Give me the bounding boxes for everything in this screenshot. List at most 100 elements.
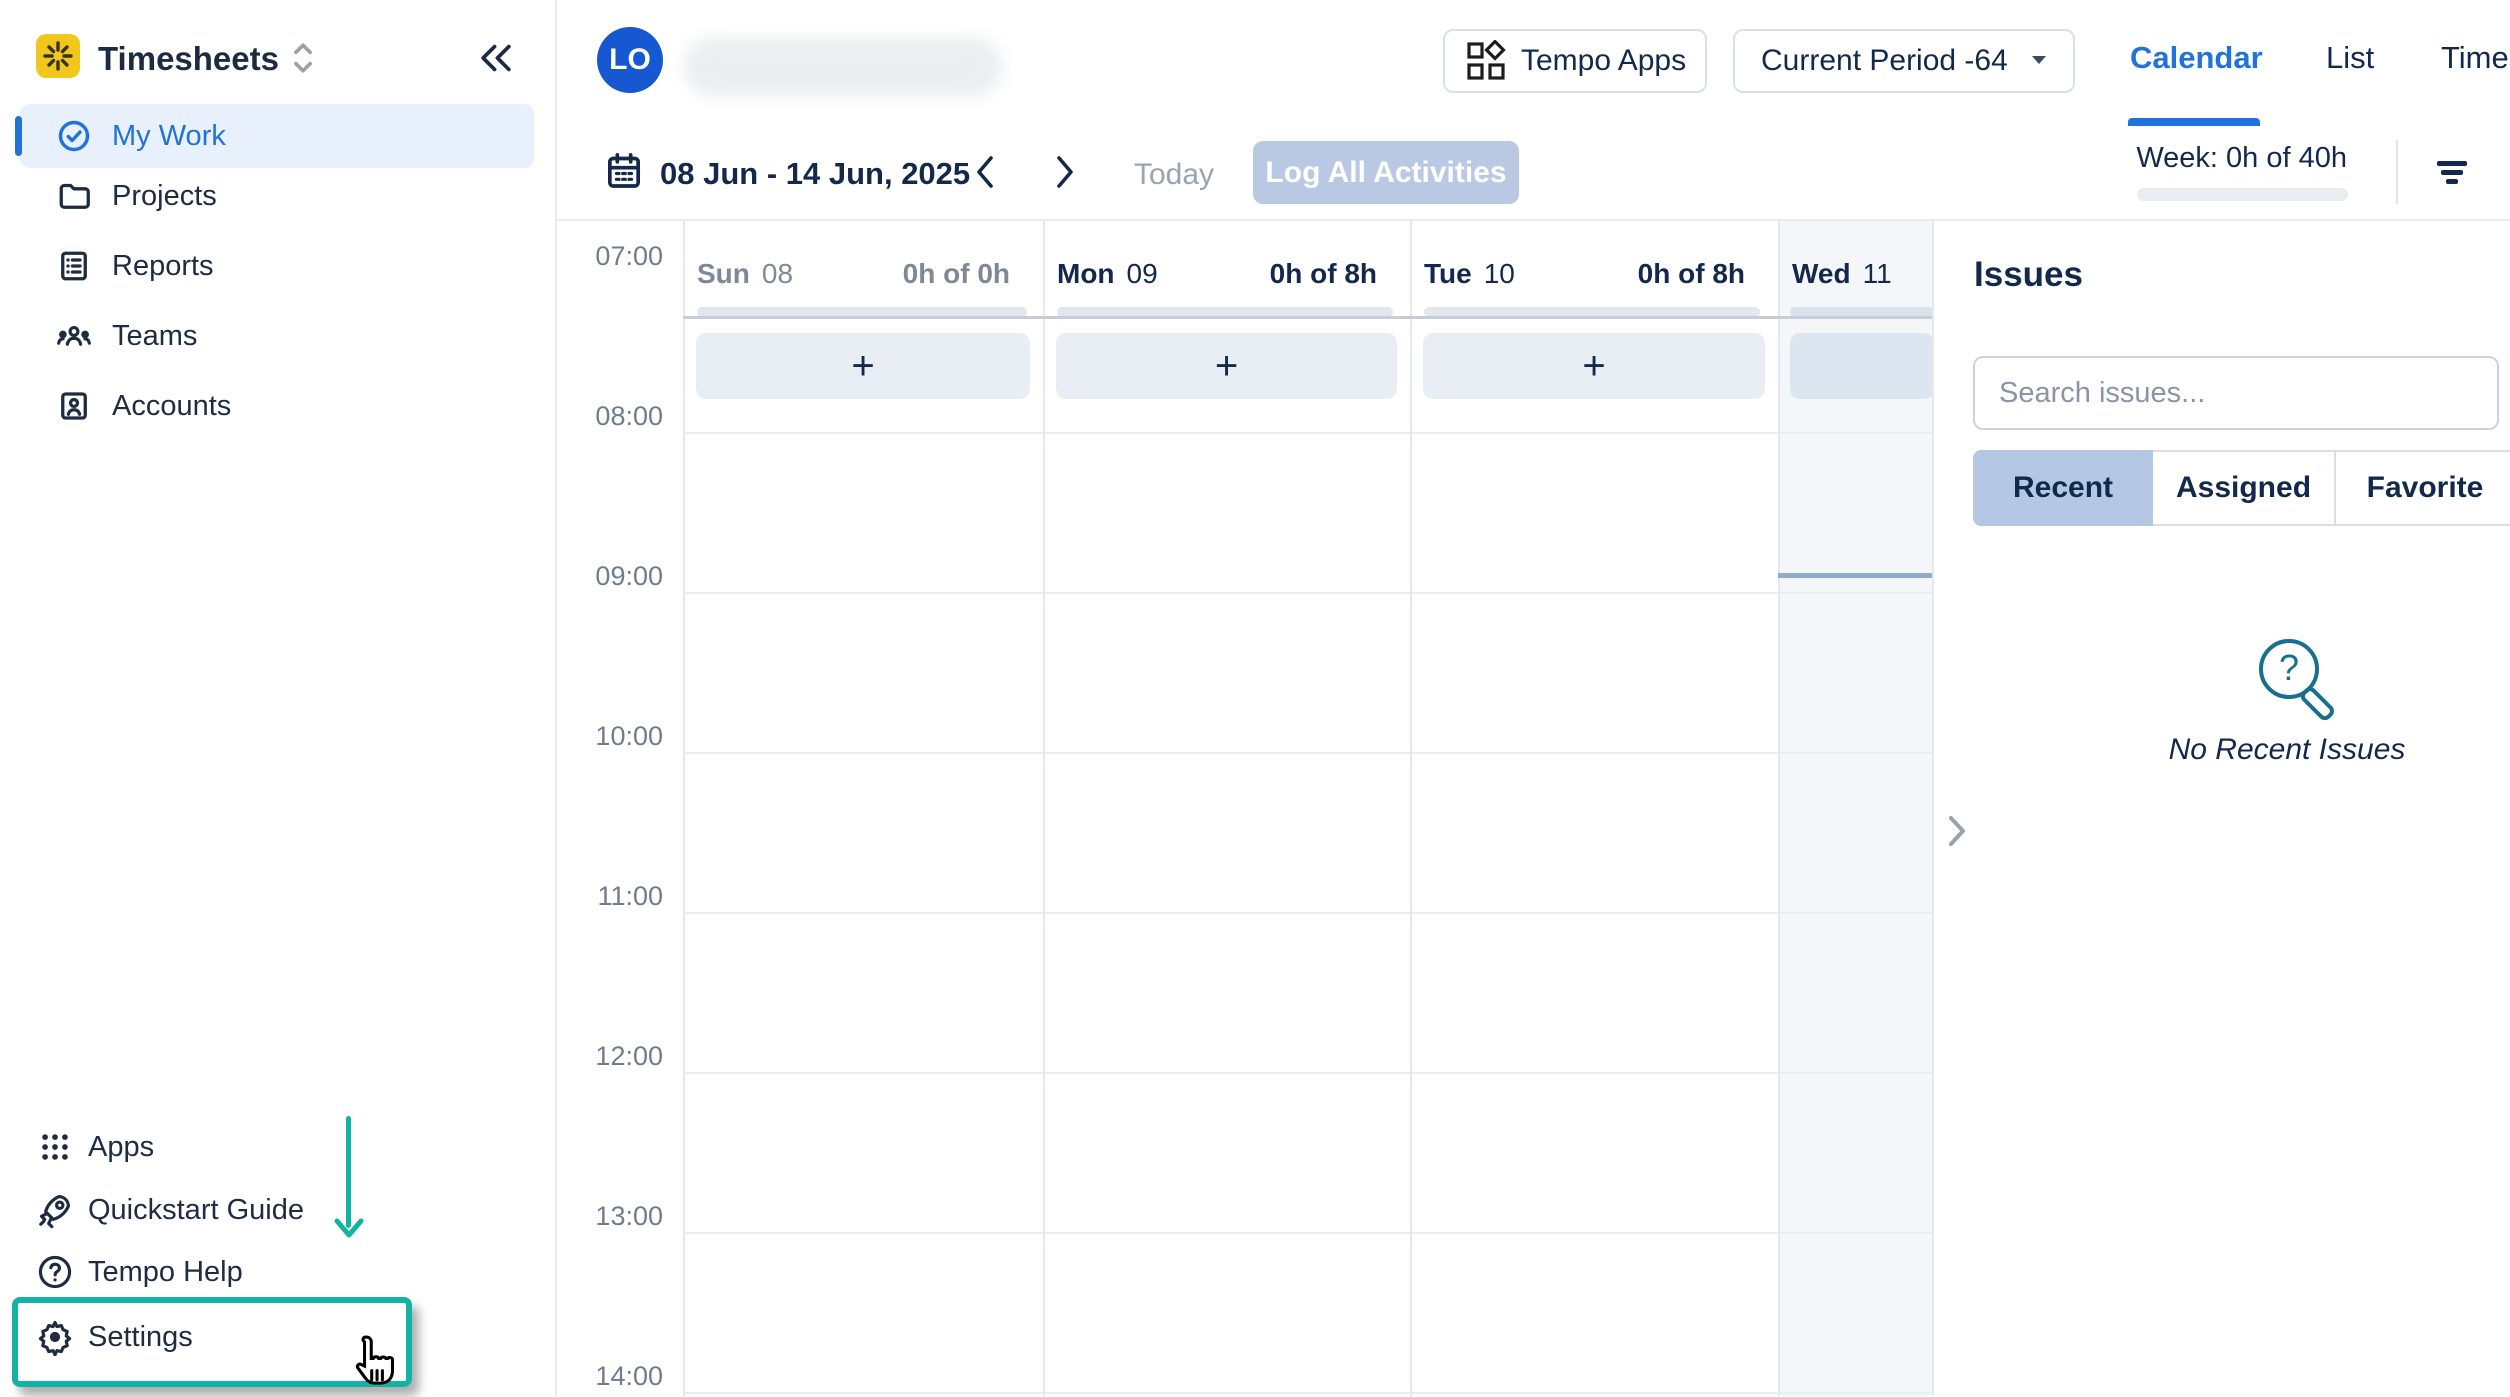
previous-week-button[interactable] [968, 150, 1002, 194]
avatar[interactable]: LO [597, 27, 663, 93]
add-worklog-button-mon[interactable]: + [1056, 333, 1397, 399]
sidebar-item-projects[interactable]: Projects [0, 164, 555, 228]
svg-text:?: ? [2279, 647, 2299, 688]
tempo-logo-icon [36, 34, 80, 78]
column-border [1778, 221, 1780, 1396]
day-header-border [683, 316, 1934, 319]
sidebar-item-apps[interactable]: Apps [0, 1115, 420, 1179]
time-label: 07:00 [557, 239, 663, 273]
sidebar-item-label: Apps [88, 1131, 154, 1164]
hour-gridline [683, 1392, 1934, 1394]
tab-favorite[interactable]: Favorite [2336, 450, 2510, 526]
sidebar-item-teams[interactable]: Teams [0, 304, 555, 368]
next-week-button[interactable] [1048, 150, 1082, 194]
tab-list[interactable]: List [2326, 40, 2374, 76]
user-name-redacted [684, 38, 1002, 96]
tutorial-arrow [346, 1116, 351, 1228]
sidebar: Timesheets My Work Projects [0, 0, 557, 1396]
teams-icon [56, 318, 92, 354]
current-time-indicator [1778, 573, 1934, 578]
week-progress-bar [2137, 188, 2348, 201]
no-issues-search-icon: ? [2251, 633, 2341, 734]
day-hours: 0h of 8h [1638, 258, 1745, 290]
folder-icon [56, 178, 92, 214]
rocket-icon [36, 1191, 74, 1229]
add-worklog-button-tue[interactable]: + [1423, 333, 1765, 399]
search-issues-input[interactable] [1973, 356, 2499, 430]
hour-gridline [683, 592, 1934, 594]
reports-icon [56, 248, 92, 284]
tab-timesheet[interactable]: Times [2441, 40, 2510, 76]
day-name: Tue [1424, 258, 1472, 290]
tab-assigned[interactable]: Assigned [2153, 450, 2336, 526]
tutorial-arrow-head [334, 1218, 364, 1245]
day-date: 09 [1127, 258, 1158, 290]
time-label: 12:00 [557, 1039, 663, 1073]
hour-gridline [683, 912, 1934, 914]
hour-gridline [683, 1072, 1934, 1074]
sidebar-item-label: Quickstart Guide [88, 1194, 304, 1227]
app-switcher-icon[interactable] [286, 38, 320, 83]
filter-icon[interactable] [2428, 150, 2476, 194]
caret-down-icon [2029, 52, 2049, 71]
day-header-wed: Wed 11 [1778, 257, 1934, 291]
week-summary: Week: 0h of 40h [2050, 142, 2347, 175]
sidebar-item-my-work[interactable]: My Work [0, 104, 555, 168]
period-selector-value: Current Period -64 [1761, 44, 2008, 78]
day-date: 08 [762, 258, 793, 290]
sidebar-item-label: Projects [112, 180, 217, 213]
sidebar-item-label: My Work [112, 120, 226, 153]
no-recent-issues-text: No Recent Issues [2084, 733, 2490, 767]
time-label: 09:00 [557, 559, 663, 593]
date-range-label: 08 Jun - 14 Jun, 2025 [660, 156, 970, 192]
issues-filter-tabs: Recent Assigned Favorite [1973, 450, 2510, 526]
day-hours: 0h of 0h [903, 258, 1010, 290]
day-name: Wed [1792, 258, 1851, 290]
calendar-icon [604, 150, 644, 197]
sidebar-item-label: Tempo Help [88, 1256, 243, 1289]
toolbar-divider [2396, 140, 2398, 204]
column-border [1410, 221, 1412, 1396]
sidebar-item-reports[interactable]: Reports [0, 234, 555, 298]
day-date: 10 [1484, 258, 1515, 290]
hour-gridline [683, 1232, 1934, 1234]
tempo-apps-button[interactable]: Tempo Apps [1443, 29, 1707, 93]
cursor-pointer-icon [348, 1334, 400, 1397]
calendar-grid: 07:00 08:00 09:00 10:00 11:00 12:00 13:0… [557, 221, 1934, 1396]
period-selector-dropdown[interactable]: Current Period -64 [1733, 29, 2075, 93]
add-worklog-button-wed[interactable] [1790, 333, 1934, 399]
day-header-tue: Tue 10 0h of 8h [1410, 257, 1778, 291]
app-title: Timesheets [98, 40, 279, 78]
day-header-mon: Mon 09 0h of 8h [1043, 257, 1410, 291]
time-label: 10:00 [557, 719, 663, 753]
issues-panel-title: Issues [1974, 255, 2083, 295]
issues-panel: Issues Recent Assigned Favorite ? No Rec… [1934, 221, 2510, 1396]
hour-gridline [683, 432, 1934, 434]
active-tab-underline [2128, 118, 2260, 126]
sidebar-item-label: Reports [112, 250, 214, 283]
hour-gridline [683, 752, 1934, 754]
tempo-apps-label: Tempo Apps [1521, 44, 1686, 78]
time-label: 11:00 [557, 879, 663, 913]
sidebar-item-label: Accounts [112, 390, 231, 423]
accounts-icon [56, 388, 92, 424]
add-worklog-button-sun[interactable]: + [696, 333, 1030, 399]
sidebar-item-label: Teams [112, 320, 197, 353]
tempo-apps-icon [1465, 40, 1507, 82]
time-label: 08:00 [557, 399, 663, 433]
time-label: 13:00 [557, 1199, 663, 1233]
day-name: Sun [697, 258, 750, 290]
apps-grid-icon [36, 1128, 74, 1166]
sidebar-item-accounts[interactable]: Accounts [0, 374, 555, 438]
help-circle-icon [36, 1253, 74, 1291]
column-border [1043, 221, 1045, 1396]
time-label: 14:00 [557, 1359, 663, 1393]
tab-recent[interactable]: Recent [1973, 450, 2153, 526]
log-all-activities-button[interactable]: Log All Activities [1253, 141, 1519, 204]
sidebar-item-tempo-help[interactable]: Tempo Help [0, 1240, 420, 1304]
column-border [683, 221, 685, 1396]
collapse-panel-chevron-icon[interactable] [1944, 813, 1970, 854]
collapse-sidebar-icon[interactable] [476, 40, 516, 81]
tab-calendar[interactable]: Calendar [2130, 40, 2263, 76]
today-button[interactable]: Today [1134, 158, 1214, 192]
